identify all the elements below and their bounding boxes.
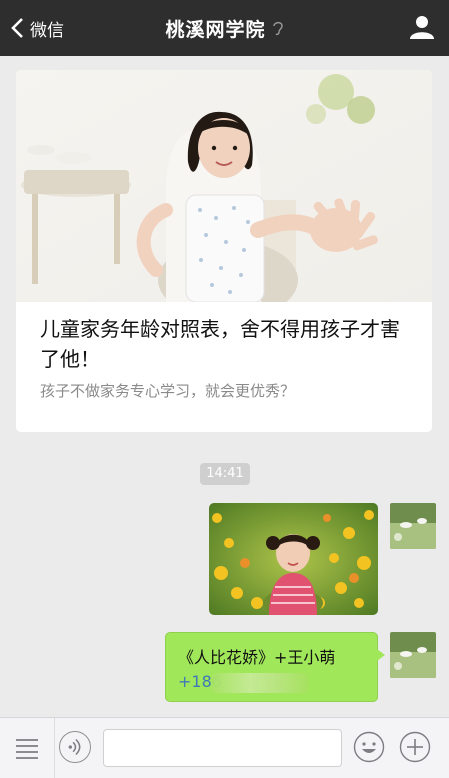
article-description: 孩子不做家务专心学习，就会更优秀？ [40,382,296,400]
avatar[interactable] [390,503,436,549]
page-title: 桃溪网学院 [165,18,266,41]
message-text: 《人比花娇》+王小萌 [178,648,336,667]
image-message[interactable] [209,503,378,615]
input-toolbar [0,717,449,778]
back-label: 微信 [30,20,64,41]
back-button[interactable]: 微信 [10,14,64,42]
redacted-phone-digits [211,673,309,693]
plus-icon[interactable] [399,731,431,763]
message-input[interactable] [103,729,342,767]
article-cover-image [16,70,432,302]
person-icon[interactable] [409,14,435,40]
voice-icon[interactable] [59,731,91,763]
avatar[interactable] [390,632,436,678]
ear-icon [272,21,283,36]
chevron-left-icon [11,18,23,38]
emoji-icon[interactable] [353,731,385,763]
keyboard-menu-icon[interactable] [14,736,40,762]
nav-bar: 微信 桃溪网学院 [0,0,449,56]
article-title: 儿童家务年龄对照表，舍不得用孩子才害了他！ [40,317,400,371]
toolbar-divider [54,718,55,778]
article-card[interactable]: 儿童家务年龄对照表，舍不得用孩子才害了他！ 孩子不做家务专心学习，就会更优秀？ [16,70,432,432]
text-message-bubble[interactable]: 《人比花娇》+王小萌 +186 [165,632,385,702]
message-timestamp: 14:41 [200,463,250,485]
